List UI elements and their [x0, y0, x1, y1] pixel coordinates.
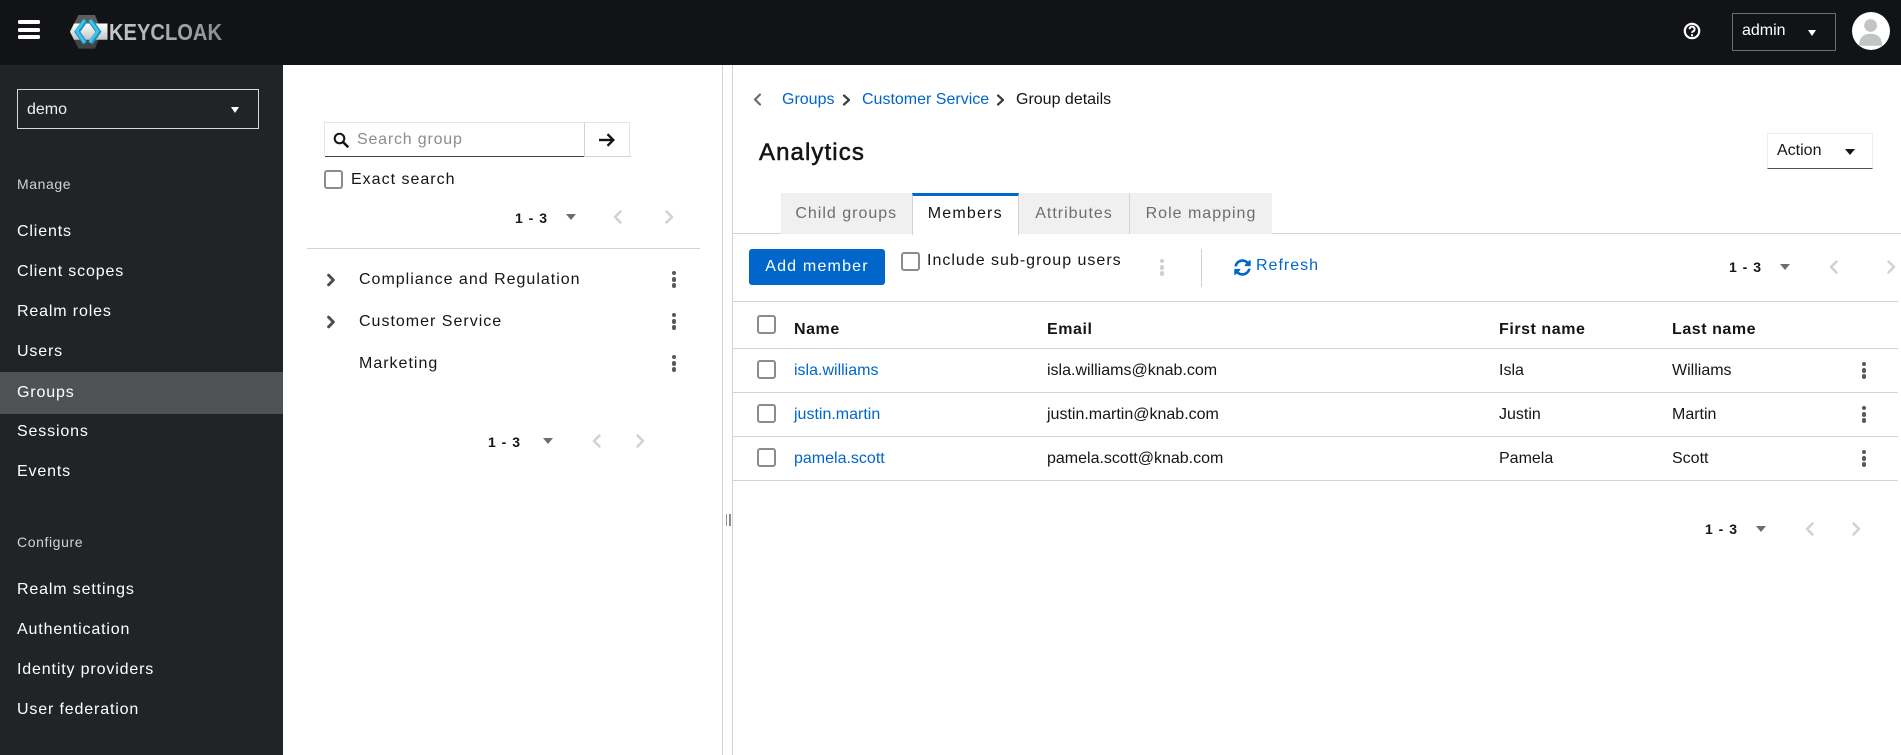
svg-text:KEYCLOAK: KEYCLOAK	[109, 19, 222, 45]
